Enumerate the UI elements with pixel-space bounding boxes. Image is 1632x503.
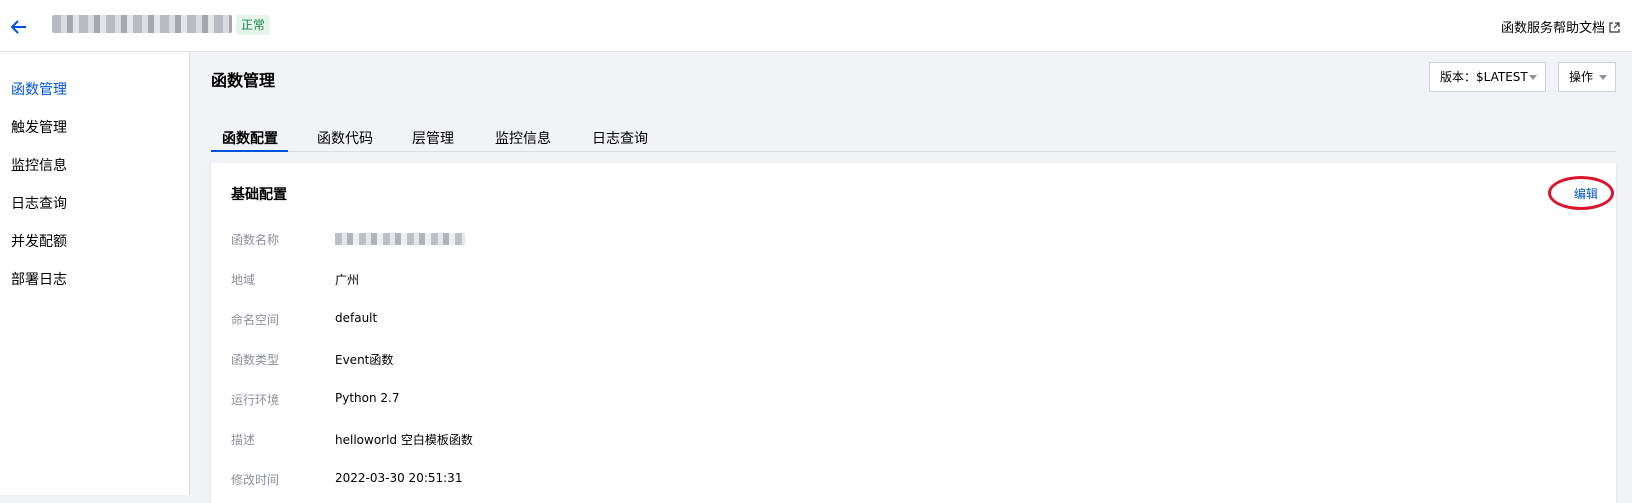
row-value-description: helloworld 空白模板函数 xyxy=(335,433,473,447)
status-badge: 正常 xyxy=(236,15,271,35)
basic-config-card: 基础配置 编辑 函数名称 地域 广州 命名空间 default 函数类型 Eve… xyxy=(211,163,1616,503)
tab-bar: 函数配置 函数代码 层管理 监控信息 日志查询 xyxy=(211,124,1616,152)
row-label-namespace: 命名空间 xyxy=(231,313,280,327)
row-label-description: 描述 xyxy=(231,433,256,447)
row-label-region: 地域 xyxy=(231,273,256,287)
row-value-function-type: Event函数 xyxy=(335,353,394,367)
sidebar-item-function-management[interactable]: 函数管理 xyxy=(11,80,67,100)
tab-monitoring[interactable]: 监控信息 xyxy=(495,128,551,148)
help-doc-label: 函数服务帮助文档 xyxy=(1500,21,1605,36)
active-tab-indicator xyxy=(211,150,288,152)
edit-button[interactable]: 编辑 xyxy=(1574,185,1598,202)
card-title: 基础配置 xyxy=(231,187,287,203)
external-link-icon xyxy=(1609,22,1620,33)
row-label-function-name: 函数名称 xyxy=(231,233,280,247)
version-select[interactable]: 版本：$LATEST xyxy=(1429,62,1546,92)
tab-function-code[interactable]: 函数代码 xyxy=(317,128,373,148)
page-title: 函数管理 xyxy=(211,71,276,90)
tab-layer-management[interactable]: 层管理 xyxy=(412,128,454,148)
sidebar-item-log-query[interactable]: 日志查询 xyxy=(11,194,67,214)
tab-function-config[interactable]: 函数配置 xyxy=(222,128,278,148)
function-name-value-redacted xyxy=(335,233,465,245)
arrow-left-icon[interactable] xyxy=(8,16,30,38)
chevron-down-icon xyxy=(1599,75,1607,80)
sidebar-item-deploy-log[interactable]: 部署日志 xyxy=(11,270,67,290)
top-bar: 正常 函数服务帮助文档 xyxy=(0,0,1632,52)
chevron-down-icon xyxy=(1529,75,1537,80)
action-select[interactable]: 操作 xyxy=(1558,62,1616,92)
row-label-runtime: 运行环境 xyxy=(231,393,280,407)
action-select-label: 操作 xyxy=(1569,70,1594,84)
row-value-region: 广州 xyxy=(335,273,360,287)
sidebar-item-monitoring[interactable]: 监控信息 xyxy=(11,156,67,176)
row-value-runtime: Python 2.7 xyxy=(335,391,400,405)
tab-log-query[interactable]: 日志查询 xyxy=(592,128,648,148)
sidebar-item-concurrency-quota[interactable]: 并发配额 xyxy=(11,232,67,252)
row-label-modified-time: 修改时间 xyxy=(231,473,280,487)
sidebar: 函数管理 触发管理 监控信息 日志查询 并发配额 部署日志 xyxy=(0,52,190,495)
version-select-label: 版本：$LATEST xyxy=(1440,70,1528,84)
help-doc-link[interactable]: 函数服务帮助文档 xyxy=(1501,17,1620,36)
sidebar-item-trigger-management[interactable]: 触发管理 xyxy=(11,118,67,138)
row-value-modified-time: 2022-03-30 20:51:31 xyxy=(335,471,463,485)
row-value-namespace: default xyxy=(335,311,378,325)
row-label-function-type: 函数类型 xyxy=(231,353,280,367)
function-name-redacted xyxy=(52,15,232,33)
